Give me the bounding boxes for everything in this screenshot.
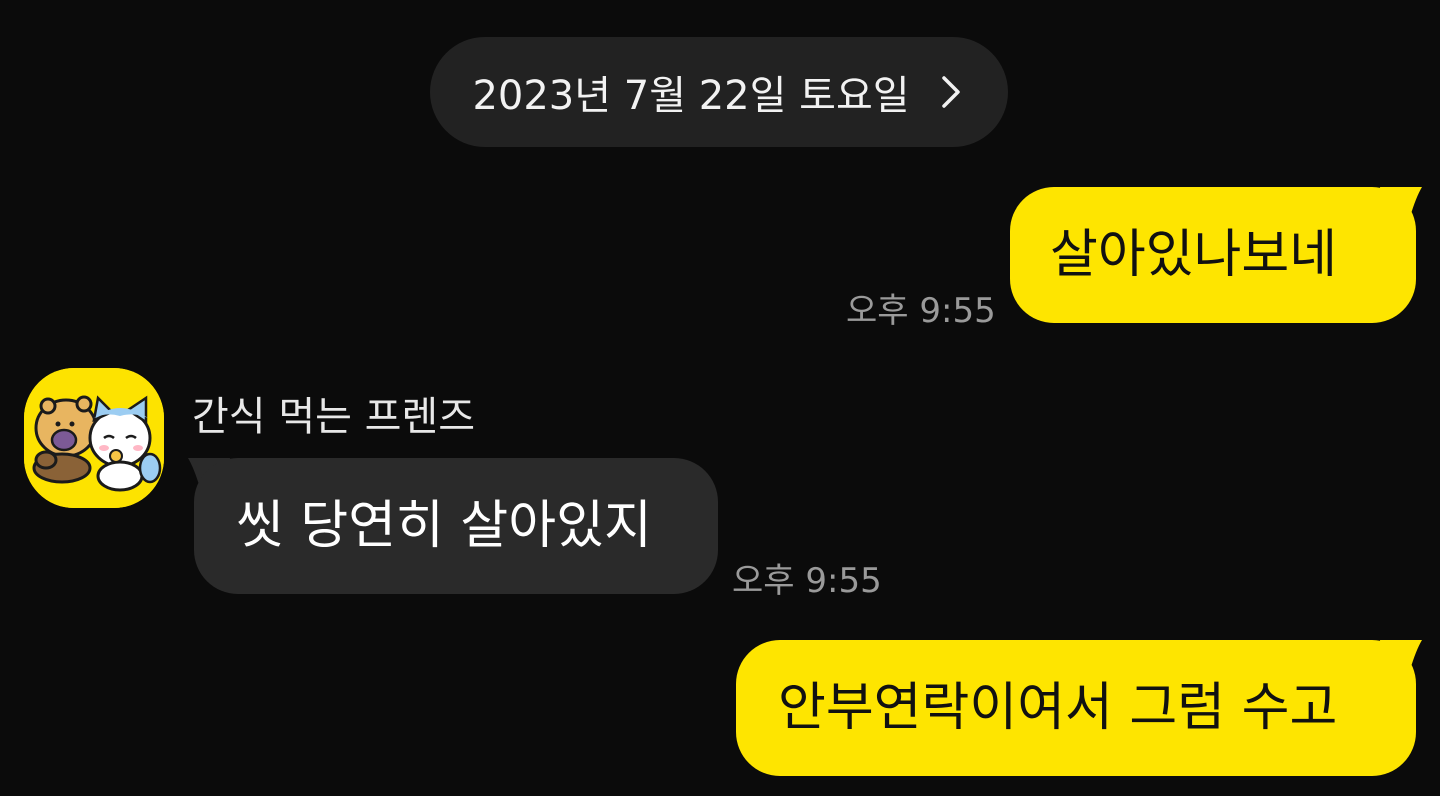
my-message-bubble[interactable]: 살아있나보네 xyxy=(1010,187,1416,323)
bubble-tail xyxy=(1380,187,1422,227)
message-text: 안부연락이여서 그럼 수고 xyxy=(778,678,1338,738)
chevron-right-icon xyxy=(936,74,966,110)
my-message-bubble[interactable]: 안부연락이여서 그럼 수고 xyxy=(736,640,1416,776)
friends-avatar-icon[interactable] xyxy=(24,368,164,508)
date-separator-button[interactable]: 2023년 7월 22일 토요일 xyxy=(430,37,1008,147)
message-time: 오후 9:55 xyxy=(846,291,996,331)
date-label: 2023년 7월 22일 토요일 xyxy=(472,73,910,119)
received-message-bubble[interactable]: 씻 당연히 살아있지 xyxy=(194,458,718,594)
sender-name: 간식 먹는 프렌즈 xyxy=(192,394,476,440)
message-text: 씻 당연히 살아있지 xyxy=(236,496,652,556)
message-text: 살아있나보네 xyxy=(1050,225,1338,285)
bubble-tail xyxy=(1380,640,1422,680)
message-time: 오후 9:55 xyxy=(732,561,882,601)
